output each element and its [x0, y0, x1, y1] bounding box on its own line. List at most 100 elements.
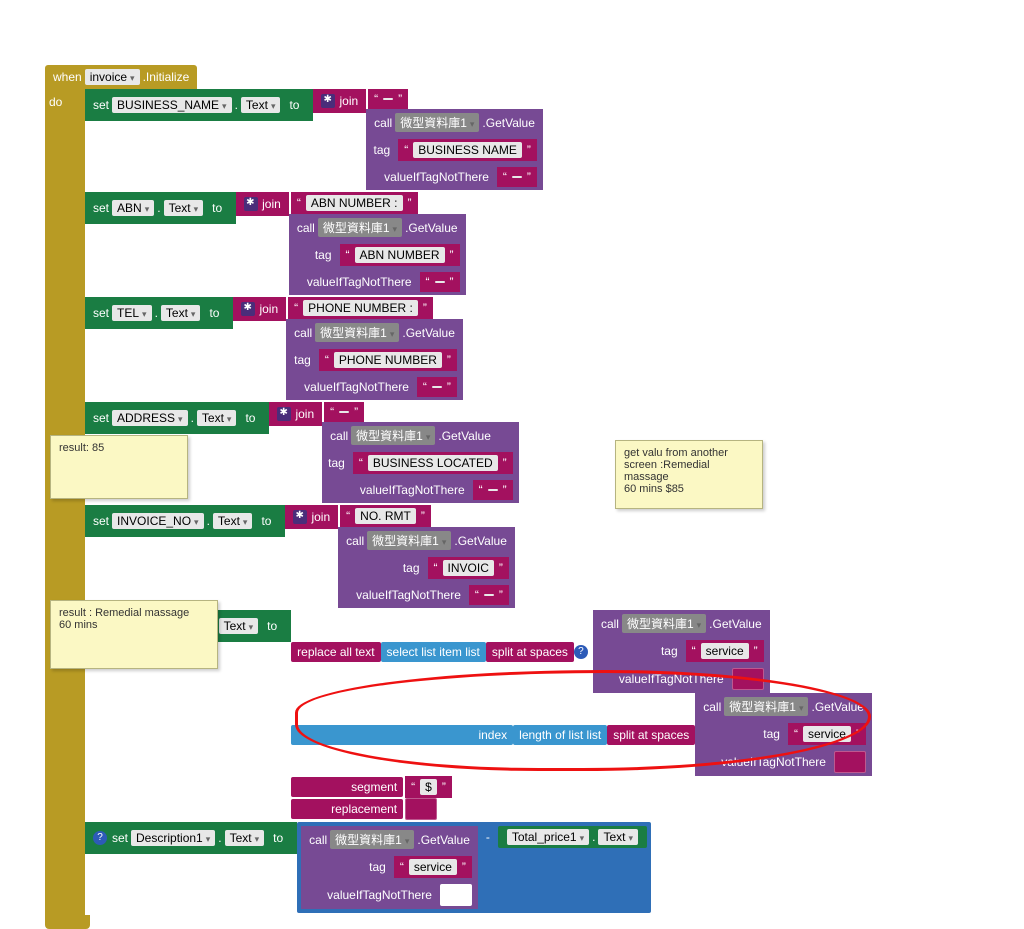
- split-at-spaces-block[interactable]: split at spaces: [486, 642, 574, 662]
- db-dropdown[interactable]: 微型資料庫1: [622, 614, 706, 633]
- join-block[interactable]: join: [285, 505, 338, 529]
- join-block[interactable]: join: [269, 402, 322, 426]
- empty-slot[interactable]: [732, 668, 764, 690]
- segment-label: segment: [291, 777, 403, 797]
- set-unit-price-row[interactable]: ? set Unit_price1 . Text to: [85, 610, 1015, 820]
- property-dropdown[interactable]: Text: [598, 829, 638, 845]
- property-dropdown[interactable]: Text: [225, 830, 265, 846]
- component-dropdown[interactable]: TEL: [112, 305, 152, 321]
- event-label: .Initialize: [143, 70, 190, 84]
- property-dropdown[interactable]: Text: [161, 305, 201, 321]
- property-dropdown[interactable]: Text: [219, 618, 259, 634]
- when-keyword: when: [53, 70, 82, 84]
- tag-literal[interactable]: INVOIC: [428, 557, 509, 579]
- when-footer: [45, 915, 90, 929]
- note-text: result : Remedial massage: [59, 607, 189, 619]
- call-getvalue-block[interactable]: call 微型資料庫1 .GetValue tag service: [593, 610, 770, 693]
- db-dropdown[interactable]: 微型資料庫1: [724, 697, 808, 716]
- tag-literal[interactable]: BUSINESS NAME: [398, 139, 537, 161]
- db-dropdown[interactable]: 微型資料庫1: [330, 830, 414, 849]
- call-getvalue-block[interactable]: call 微型資料庫1 .GetValue tag BUSINESS NAME: [366, 109, 543, 190]
- help-icon[interactable]: ?: [574, 645, 588, 659]
- component-dropdown[interactable]: BUSINESS_NAME: [112, 97, 232, 113]
- property-dropdown[interactable]: Text: [164, 200, 204, 216]
- set-row[interactable]: set ABN . Text to join ABN NUMBER :: [85, 192, 1015, 295]
- help-icon[interactable]: ?: [93, 831, 107, 845]
- db-dropdown[interactable]: 微型資料庫1: [351, 426, 435, 445]
- do-gutter: do: [45, 89, 85, 915]
- tag-literal[interactable]: BUSINESS LOCATED: [353, 452, 513, 474]
- default-literal[interactable]: [420, 272, 460, 292]
- gear-icon[interactable]: [277, 407, 291, 421]
- join-block[interactable]: join: [313, 89, 366, 113]
- note-text: 60 mins: [59, 619, 98, 631]
- property-dropdown[interactable]: Text: [197, 410, 237, 426]
- db-dropdown[interactable]: 微型資料庫1: [315, 323, 399, 342]
- component-dropdown[interactable]: ABN: [112, 200, 154, 216]
- get-total-price-block[interactable]: Total_price1 . Text: [498, 826, 647, 848]
- gear-icon[interactable]: [293, 510, 307, 524]
- tag-literal[interactable]: service: [394, 856, 472, 878]
- component-dropdown[interactable]: INVOICE_NO: [112, 513, 204, 529]
- comment-note-1[interactable]: result: 85: [50, 435, 188, 499]
- replace-all-text-block[interactable]: replace all text: [291, 642, 380, 662]
- string-literal[interactable]: NO. RMT: [340, 505, 431, 527]
- empty-slot[interactable]: [405, 798, 437, 820]
- when-initialize-block[interactable]: when invoice .Initialize do set BUSINESS…: [45, 65, 1015, 929]
- split-at-spaces-block[interactable]: split at spaces: [607, 725, 695, 745]
- gear-icon[interactable]: [244, 197, 258, 211]
- component-dropdown[interactable]: Description1: [131, 830, 215, 846]
- note-text: get valu from another: [624, 447, 728, 459]
- default-literal[interactable]: [473, 480, 513, 500]
- comment-note-3[interactable]: get valu from another screen :Remedial m…: [615, 440, 763, 509]
- db-dropdown[interactable]: 微型資料庫1: [318, 218, 402, 237]
- tag-literal[interactable]: service: [686, 640, 764, 662]
- property-dropdown[interactable]: Text: [213, 513, 253, 529]
- note-text: 60 mins $85: [624, 483, 684, 495]
- call-getvalue-block[interactable]: call 微型資料庫1 .GetValue tag PHONE NUMBER: [286, 319, 463, 400]
- join-block[interactable]: join: [233, 297, 286, 321]
- string-literal[interactable]: [324, 402, 364, 422]
- join-block[interactable]: join: [236, 192, 289, 216]
- string-literal[interactable]: PHONE NUMBER :: [288, 297, 433, 319]
- default-literal[interactable]: [417, 377, 457, 397]
- set-row[interactable]: set BUSINESS_NAME . Text to join: [85, 89, 1015, 190]
- db-dropdown[interactable]: 微型資料庫1: [395, 113, 479, 132]
- db-dropdown[interactable]: 微型資料庫1: [367, 531, 451, 550]
- when-header[interactable]: when invoice .Initialize: [45, 65, 197, 89]
- empty-slot[interactable]: [834, 751, 866, 773]
- call-getvalue-block[interactable]: call 微型資料庫1 .GetValue tag BUSINESS LOCAT…: [322, 422, 519, 503]
- segment-literal[interactable]: $: [405, 776, 452, 798]
- tag-literal[interactable]: PHONE NUMBER: [319, 349, 457, 371]
- comment-note-2[interactable]: result : Remedial massage 60 mins: [50, 600, 218, 669]
- property-dropdown[interactable]: Text: [241, 97, 281, 113]
- select-list-item-block[interactable]: select list item list: [381, 642, 486, 662]
- replacement-label: replacement: [291, 799, 403, 819]
- default-literal[interactable]: [469, 585, 509, 605]
- length-of-list-block[interactable]: length of list list: [513, 725, 607, 745]
- set-row[interactable]: set INVOICE_NO . Text to join NO. RMT: [85, 505, 1015, 608]
- component-dropdown[interactable]: ADDRESS: [112, 410, 188, 426]
- call-getvalue-block[interactable]: call 微型資料庫1 .GetValue tag INVOIC: [338, 527, 515, 608]
- call-getvalue-block[interactable]: call 微型資料庫1 .GetValue tag service: [301, 826, 478, 909]
- note-text: screen :Remedial massage: [624, 459, 710, 483]
- gear-icon[interactable]: [241, 302, 255, 316]
- screen-dropdown[interactable]: invoice: [85, 69, 140, 85]
- default-literal[interactable]: [497, 167, 537, 187]
- gear-icon[interactable]: [321, 94, 335, 108]
- set-description-row[interactable]: ? set Description1 . Text to: [85, 822, 1015, 913]
- tag-literal[interactable]: ABN NUMBER: [340, 244, 460, 266]
- subtract-block[interactable]: call 微型資料庫1 .GetValue tag service: [297, 822, 651, 913]
- minus-operator: -: [486, 830, 490, 844]
- call-getvalue-block[interactable]: call 微型資料庫1 .GetValue tag service: [695, 693, 872, 776]
- call-getvalue-block[interactable]: call 微型資料庫1 .GetValue tag ABN NUMBER: [289, 214, 466, 295]
- component-dropdown[interactable]: Total_price1: [507, 829, 589, 845]
- string-literal[interactable]: ABN NUMBER :: [291, 192, 418, 214]
- string-literal[interactable]: [368, 89, 408, 109]
- set-row[interactable]: set ADDRESS . Text to join: [85, 402, 1015, 503]
- empty-slot[interactable]: [440, 884, 472, 906]
- set-row[interactable]: set TEL . Text to join PHONE NUMBER :: [85, 297, 1015, 400]
- select-index-label: index: [291, 725, 513, 745]
- tag-literal[interactable]: service: [788, 723, 866, 745]
- blockly-workspace[interactable]: result: 85 result : Remedial massage 60 …: [20, 20, 1024, 801]
